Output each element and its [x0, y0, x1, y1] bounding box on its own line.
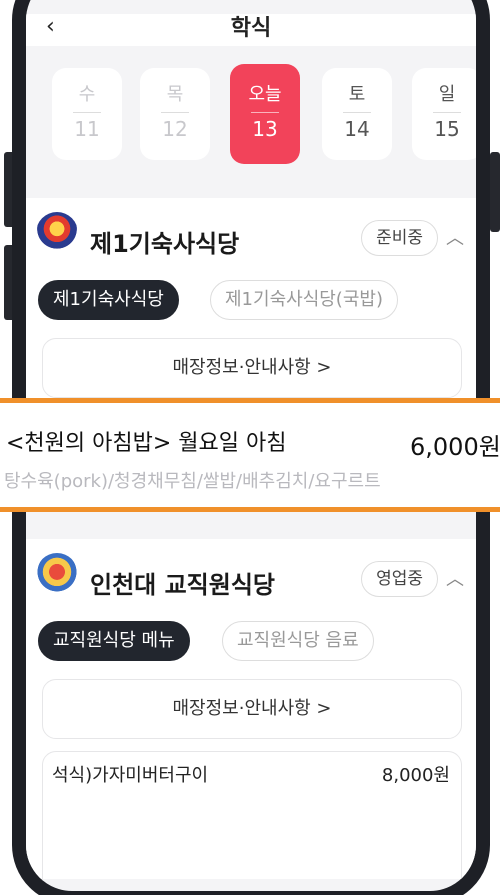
tab-dorm-gukbap[interactable]: 제1기숙사식당(국밥) — [210, 280, 398, 320]
day-selector: 수 11 목 12 오늘 13 토 14 일 15 — [26, 46, 476, 198]
store-info-button[interactable]: 매장정보·안내사항 > — [42, 679, 462, 739]
tab-staff-menu[interactable]: 교직원식당 메뉴 — [38, 621, 190, 661]
divider — [73, 112, 101, 113]
power-button — [490, 152, 500, 232]
day-number: 14 — [344, 117, 370, 141]
day-label: 목 — [166, 84, 184, 105]
day-label: 수 — [78, 84, 96, 105]
menu-item-name: <천원의 아침밥> 월요일 아침 — [6, 431, 287, 456]
status-badge: 준비중 — [361, 220, 438, 256]
day-label: 오늘 — [248, 84, 282, 105]
header: ‹ 학식 — [26, 14, 476, 46]
divider — [343, 112, 371, 113]
day-number: 12 — [162, 117, 188, 141]
day-number: 11 — [74, 117, 100, 141]
tab-staff-drinks[interactable]: 교직원식당 음료 — [222, 621, 374, 661]
tab-dorm-cafeteria[interactable]: 제1기숙사식당 — [38, 280, 179, 320]
divider — [251, 112, 279, 113]
menu-item-price: 6,000원 — [410, 433, 500, 461]
menu-item-name: 석식)가자미버터구이 — [52, 765, 209, 786]
cafeteria-card-staff: 인천대 교직원식당 영업중 ︿ 교직원식당 메뉴 교직원식당 음료 매장정보·안… — [26, 539, 476, 891]
store-info-button[interactable]: 매장정보·안내사항 > — [42, 338, 462, 398]
menu-item-price: 8,000원 — [381, 765, 450, 786]
menu-item-description: 탕수육(pork)/청경채무침/쌀밥/배추김치/요구르트 — [4, 471, 381, 492]
day-label: 토 — [348, 84, 366, 105]
divider — [433, 112, 461, 113]
status-badge: 영업중 — [361, 561, 438, 597]
day-number: 13 — [252, 117, 278, 141]
divider — [161, 112, 189, 113]
day-today[interactable]: 오늘 13 — [230, 64, 300, 164]
highlighted-menu-item[interactable]: <천원의 아침밥> 월요일 아침 6,000원 탕수육(pork)/청경채무침/… — [0, 398, 500, 512]
day-sat[interactable]: 토 14 — [322, 68, 392, 160]
day-thu[interactable]: 목 12 — [140, 68, 210, 160]
page-title: 학식 — [230, 16, 272, 41]
menu-item[interactable]: 석식)가자미버터구이 8,000원 — [52, 761, 450, 787]
chevron-up-icon[interactable]: ︿ — [446, 224, 464, 250]
cafeteria-logo — [36, 553, 78, 595]
day-wed[interactable]: 수 11 — [52, 68, 122, 160]
day-label: 일 — [438, 84, 456, 105]
cafeteria-name: 제1기숙사식당 — [90, 230, 240, 258]
cafeteria-logo — [36, 212, 78, 254]
cafeteria-name: 인천대 교직원식당 — [90, 571, 275, 599]
day-sun[interactable]: 일 15 — [412, 68, 476, 160]
day-number: 15 — [434, 117, 460, 141]
chevron-up-icon[interactable]: ︿ — [446, 565, 464, 591]
